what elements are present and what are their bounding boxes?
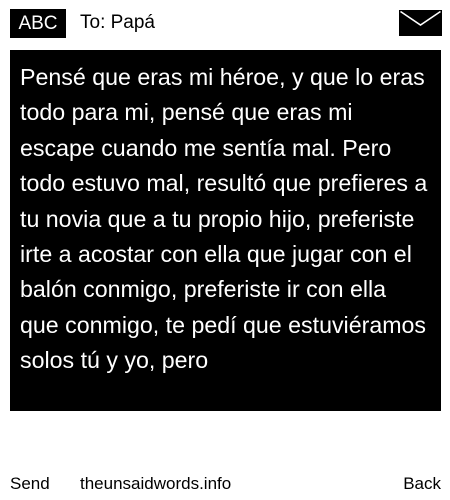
input-mode-badge[interactable]: ABC <box>10 9 66 38</box>
send-button[interactable]: Send <box>10 470 50 498</box>
recipient-field[interactable]: To: Papá <box>80 10 155 36</box>
softkey-bar: Send theunsaidwords.info Back <box>0 470 450 498</box>
envelope-icon <box>399 10 442 36</box>
compose-header: ABC To: Papá <box>0 0 450 44</box>
back-button[interactable]: Back <box>403 470 441 498</box>
message-body-field[interactable]: Pensé que eras mi héroe, y que lo eras t… <box>10 50 441 411</box>
site-label: theunsaidwords.info <box>80 474 232 493</box>
message-text: Pensé que eras mi héroe, y que lo eras t… <box>20 64 428 374</box>
